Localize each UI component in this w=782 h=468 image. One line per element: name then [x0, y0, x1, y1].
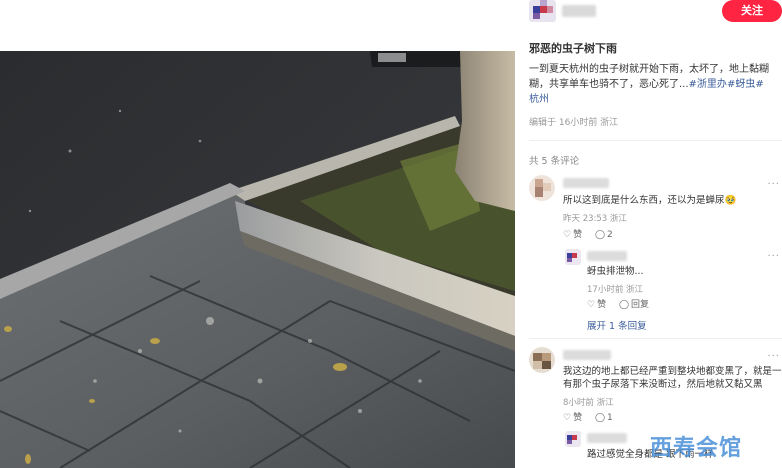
photo-illustration	[0, 51, 515, 468]
comment-item: ··· 所以这到底是什么东西，还以为是蝉尿🥹 昨天 23:53 浙江 ♡ 赞 ◯ 2…	[529, 175, 782, 315]
like-label: 赞	[573, 413, 583, 423]
reply-text: 蚜虫排泄物...	[587, 266, 644, 277]
comment-bubble-icon: ◯	[594, 413, 606, 423]
heart-icon: ♡	[563, 230, 572, 240]
more-options-icon[interactable]: ···	[767, 351, 780, 362]
post-edit-meta: 编辑于 16小时前 浙江	[529, 118, 619, 128]
reply-label: 回复	[631, 300, 650, 310]
post-detail-panel: 关注 邪恶的虫子树下雨 一到夏天杭州的虫子树就开始下雨，太坏了，地上黏糊糊，共享…	[515, 0, 782, 468]
reply-button[interactable]: ◯ 1	[595, 413, 613, 423]
comment-meta: 昨天 23:53 浙江	[563, 214, 627, 224]
reply-count: 2	[607, 230, 613, 240]
comment-actions: ♡ 赞 ◯ 1	[563, 410, 623, 423]
comment-text: 所以这到底是什么东西，还以为是蝉尿🥹	[563, 195, 737, 206]
replier-avatar[interactable]	[565, 431, 581, 447]
like-button[interactable]: ♡ 赞	[587, 297, 606, 310]
like-button[interactable]: ♡ 赞	[563, 227, 582, 240]
tag-link[interactable]: #浙里办	[689, 79, 727, 90]
reply-count: 1	[607, 413, 613, 423]
commenter-name-redacted[interactable]	[563, 350, 611, 360]
comment-text-line: 我这边的地上都已经严重到整块地都变黑了，就是一直	[563, 366, 782, 377]
commenter-name-redacted[interactable]	[563, 178, 609, 188]
pixelated-avatar	[529, 0, 556, 22]
tag-link[interactable]: #蚜虫	[727, 79, 755, 90]
comment-actions: ♡ 赞 ◯ 2	[563, 227, 623, 240]
replier-name-redacted[interactable]	[587, 251, 627, 261]
post-photo[interactable]	[0, 51, 515, 468]
pixelated-avatar	[565, 431, 581, 447]
post-body: 一到夏天杭州的虫子树就开始下雨，太坏了，地上黏糊糊，共享单车也骑不了，恶心死了.…	[529, 62, 773, 107]
expand-replies-link[interactable]: 展开 1 条回复	[587, 318, 647, 332]
replier-avatar[interactable]	[565, 249, 581, 265]
reply-button[interactable]: ◯ 回复	[619, 297, 649, 310]
commenter-avatar[interactable]	[529, 347, 555, 373]
follow-button[interactable]: 关注	[722, 0, 782, 22]
author-avatar[interactable]	[529, 0, 556, 22]
like-label: 赞	[597, 300, 607, 310]
like-label: 赞	[573, 230, 583, 240]
pixelated-avatar	[565, 249, 581, 265]
comment-bubble-icon: ◯	[594, 230, 606, 240]
comment-meta: 8小时前 浙江	[563, 398, 614, 408]
reply-item: ··· 蚜虫排泄物... 17小时前 浙江 ♡ 赞 ◯ 回复	[565, 249, 782, 310]
reply-actions: ♡ 赞 ◯ 回复	[587, 297, 659, 310]
comment-count: 共 5 条评论	[529, 156, 580, 167]
more-options-icon[interactable]: ···	[767, 251, 780, 262]
author-name-redacted[interactable]	[562, 5, 596, 17]
pixelated-avatar	[529, 347, 555, 373]
pixelated-avatar	[529, 175, 555, 201]
heart-icon: ♡	[587, 300, 596, 310]
heart-icon: ♡	[563, 413, 572, 423]
reply-button[interactable]: ◯ 2	[595, 230, 613, 240]
reply-meta: 17小时前 浙江	[587, 285, 644, 295]
more-options-icon[interactable]: ···	[767, 179, 780, 190]
post-title: 邪恶的虫子树下雨	[529, 42, 617, 55]
divider	[529, 338, 782, 339]
watermark-logo: 西寿会馆	[650, 436, 743, 461]
replier-name-redacted[interactable]	[587, 433, 627, 443]
image-panel	[0, 0, 515, 468]
author-row: 关注	[529, 0, 782, 26]
divider	[529, 140, 782, 141]
comment-text-line: 有那个虫子尿落下来没断过，然后地就又黏又黑	[563, 379, 763, 390]
commenter-avatar[interactable]	[529, 175, 555, 201]
comment-bubble-icon: ◯	[618, 300, 630, 310]
like-button[interactable]: ♡ 赞	[563, 410, 582, 423]
